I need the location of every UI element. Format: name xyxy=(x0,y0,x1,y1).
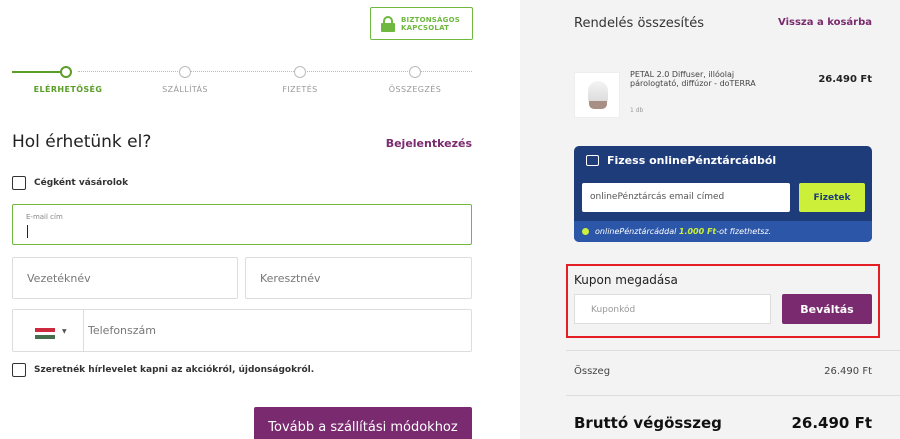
divider xyxy=(566,350,900,351)
wallet-note: onlinePénztárcáddal 1.000 Ft -ot fizethet… xyxy=(574,221,872,242)
subtotal-value: 26.490 Ft xyxy=(824,366,872,377)
divider xyxy=(566,395,900,396)
wallet-note-suffix: -ot fizethetsz. xyxy=(716,227,772,236)
product-quantity: 1 db xyxy=(630,107,644,114)
newsletter-checkbox-label: Szeretnék hírlevelet kapni az akciókról,… xyxy=(34,365,315,375)
summary-title: Rendelés összesítés xyxy=(574,16,705,31)
country-dropdown-chevron-icon[interactable]: ▼ xyxy=(62,328,67,335)
phone-placeholder: Telefonszám xyxy=(88,324,156,337)
company-checkbox-label: Cégként vásárolok xyxy=(34,178,129,188)
email-field-label: E-mail cím xyxy=(26,213,63,221)
lastname-field[interactable]: Vezetéknév xyxy=(12,257,238,299)
wallet-note-amount: 1.000 Ft xyxy=(678,227,717,236)
coupon-code-input[interactable]: Kuponkód xyxy=(574,294,771,324)
coupon-title: Kupon megadása xyxy=(574,273,678,287)
step-dot-summary xyxy=(409,66,421,78)
text-caret xyxy=(27,225,28,238)
info-icon xyxy=(582,228,589,235)
email-field[interactable]: E-mail cím xyxy=(12,204,472,245)
wallet-title: Fizess onlinePénztárcádból xyxy=(607,154,777,167)
order-summary-panel: Rendelés összesítés Vissza a kosárba PET… xyxy=(520,0,900,439)
newsletter-checkbox[interactable] xyxy=(12,363,26,377)
online-wallet-box: Fizess onlinePénztárcádból onlinePénztár… xyxy=(574,146,872,242)
secure-connection-badge: BIZTONSÁGOS KAPCSOLAT xyxy=(370,7,473,40)
back-to-cart-link[interactable]: Vissza a kosárba xyxy=(778,17,872,28)
secure-badge-line1: BIZTONSÁGOS xyxy=(401,15,460,24)
step-label-payment: FIZETÉS xyxy=(282,85,318,94)
coupon-redeem-button[interactable]: Beváltás xyxy=(782,294,872,324)
wallet-note-prefix: onlinePénztárcáddal xyxy=(595,227,677,236)
phone-divider xyxy=(83,310,84,352)
subtotal-label: Összeg xyxy=(574,366,611,377)
stepper-progress-line xyxy=(12,71,64,73)
company-checkbox[interactable] xyxy=(12,176,26,190)
secure-badge-line2: KAPCSOLAT xyxy=(401,23,450,32)
step-dot-payment xyxy=(294,66,306,78)
product-price: 26.490 Ft xyxy=(818,74,872,85)
company-checkbox-row[interactable]: Cégként vásárolok xyxy=(12,176,128,190)
phone-field[interactable]: ▼ Telefonszám xyxy=(12,309,472,352)
checkout-form-panel: BIZTONSÁGOS KAPCSOLAT ELÉRHETŐSÉG SZÁLLÍ… xyxy=(0,0,520,439)
lastname-placeholder: Vezetéknév xyxy=(27,272,91,285)
newsletter-checkbox-row[interactable]: Szeretnék hírlevelet kapni az akciókról,… xyxy=(12,363,314,377)
product-name: PETAL 2.0 Diffuser, illóolaj párologtató… xyxy=(630,70,756,88)
lock-icon xyxy=(381,15,395,32)
gross-total-value: 26.490 Ft xyxy=(791,414,872,432)
login-link[interactable]: Bejelentkezés xyxy=(386,137,472,150)
wallet-icon xyxy=(586,155,599,166)
hungarian-flag-icon[interactable] xyxy=(35,328,55,340)
step-label-contact[interactable]: ELÉRHETŐSÉG xyxy=(18,85,118,94)
step-label-shipping: SZÁLLÍTÁS xyxy=(162,85,208,94)
page-title: Hol érhetünk el? xyxy=(12,132,152,152)
wallet-email-input[interactable]: onlinePénztárcás email címed xyxy=(582,183,790,212)
checkout-stepper: ELÉRHETŐSÉG SZÁLLÍTÁS FIZETÉS ÖSSZEGZÉS xyxy=(12,65,472,95)
firstname-placeholder: Keresztnév xyxy=(260,272,321,285)
continue-to-shipping-button[interactable]: Tovább a szállítási módokhoz xyxy=(254,407,472,439)
wallet-pay-button[interactable]: Fizetek xyxy=(799,183,865,212)
product-image xyxy=(574,72,620,118)
step-dot-contact xyxy=(60,66,72,78)
gross-total-label: Bruttó végösszeg xyxy=(574,414,722,432)
step-label-summary: ÖSSZEGZÉS xyxy=(388,85,442,94)
step-dot-shipping xyxy=(179,66,191,78)
firstname-field[interactable]: Keresztnév xyxy=(245,257,472,299)
